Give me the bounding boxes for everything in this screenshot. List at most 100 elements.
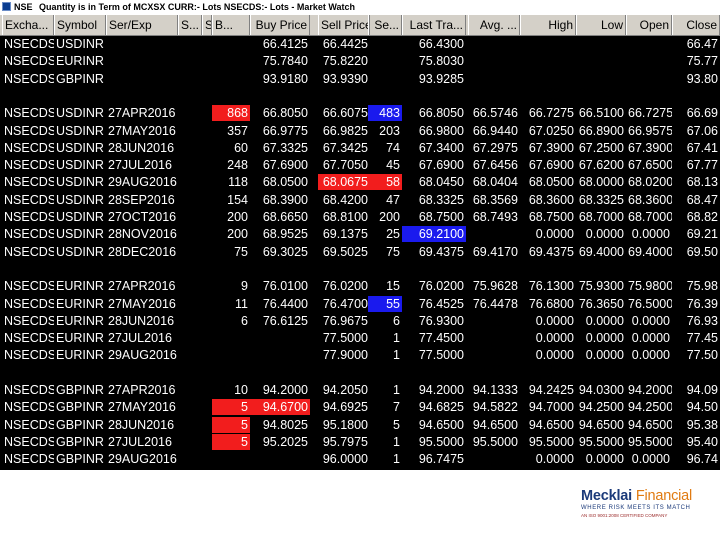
column-header-s2[interactable]: S [202, 15, 212, 35]
column-header-series-expiry[interactable]: Ser/Exp [106, 15, 178, 35]
cell-s2 [202, 140, 212, 156]
cell-avg-price [468, 36, 520, 52]
cell-buy-qty [212, 88, 250, 104]
table-row[interactable]: NSECDS EURINR 27APR2016 9 76.0100 76.0200 15 76… [0, 278, 720, 294]
cell-buy-qty: 11 [235, 296, 248, 311]
column-header-buy-price[interactable]: Buy Price [250, 15, 310, 35]
cell-symbol [54, 88, 106, 104]
table-row[interactable]: NSECDS USDINR 28NOV2016 200 68.9525 69.1375 25… [0, 226, 720, 243]
column-header-close[interactable]: Close [672, 15, 720, 35]
table-row[interactable]: NSECDS GBPINR 93.9180 93.9390 93.9285 93.80 [0, 71, 720, 87]
cell-symbol: EURINR [56, 313, 104, 328]
cell-sell-qty: 5 [393, 417, 400, 432]
cell-last-traded: 77.4500 [418, 331, 464, 346]
cell-series-expiry [106, 53, 178, 69]
column-header-symbol[interactable]: Symbol [54, 15, 106, 35]
cell-close: 75.77 [686, 54, 718, 69]
cell-s2 [202, 382, 212, 398]
table-row[interactable]: NSECDS EURINR 29AUG2016 77.9000 1 77.5000 0.00… [0, 347, 720, 363]
cell-s1 [178, 105, 202, 121]
table-row[interactable]: NSECDS GBPINR 28JUN2016 5 94.8025 95.1800 5 94.… [0, 416, 720, 433]
cell-series-expiry: 29AUG2016 [108, 175, 177, 190]
cell-s2 [202, 226, 212, 242]
cell-series-expiry: 28SEP2016 [108, 192, 175, 207]
table-row[interactable]: NSECDS GBPINR 27JUL2016 5 95.2025 95.7975 1 95.… [0, 433, 720, 450]
cell-exchange: NSECDS [4, 192, 54, 207]
cell-low: 94.0300 [578, 383, 624, 397]
cell-s1 [178, 365, 202, 381]
cell-sell-qty [368, 261, 402, 277]
cell-exchange: NSECDS [4, 244, 54, 259]
table-row[interactable]: NSECDS EURINR 28JUN2016 6 76.6125 76.9675 6 76.… [0, 313, 720, 329]
cell-exchange: NSECDS [4, 296, 54, 311]
table-row[interactable]: NSECDS USDINR 27OCT2016 200 68.6650 68.8100 20… [0, 209, 720, 225]
column-header-row: Excha...SymbolSer/ExpS...SB...Buy Price S… [0, 15, 720, 36]
cell-low: 0.0000 [585, 348, 624, 363]
cell-buy-price: 93.9180 [262, 71, 308, 86]
cell-open: 75.9800 [628, 279, 672, 294]
cell-buy-price: 68.9525 [262, 227, 308, 242]
column-header-low[interactable]: Low [576, 15, 626, 35]
title-bar[interactable]: NSE Quantity is in Term of MCXSX CURR:- … [0, 0, 720, 15]
cell-s1 [178, 36, 202, 52]
cell-close: 68.82 [686, 210, 718, 224]
cell-open: 66.9575 [628, 123, 672, 138]
table-row[interactable]: NSECDS USDINR 29AUG2016 118 68.0500 68.0675 58… [0, 174, 720, 191]
column-header-last-traded[interactable]: Last Tra... [402, 15, 466, 35]
cell-low: 94.6500 [578, 417, 624, 432]
cell-series-expiry: 27APR2016 [108, 383, 176, 397]
cell-buy-price: 76.6125 [262, 313, 308, 328]
column-header-sell-price[interactable]: Sell Price [318, 15, 370, 35]
cell-series-expiry: 28DEC2016 [108, 244, 177, 259]
table-row[interactable]: NSECDS GBPINR 27MAY2016 5 94.6700 94.6925 7 94.… [0, 399, 720, 416]
column-header-s1[interactable]: S... [178, 15, 202, 35]
table-row[interactable]: NSECDS GBPINR 29AUG2016 96.0000 1 96.7475 0.00… [0, 451, 720, 467]
table-row[interactable]: NSECDS USDINR 28JUN2016 60 67.3325 67.3425 74 6… [0, 140, 720, 156]
cell-buy-price: 68.6650 [262, 210, 308, 224]
cell-sell-price: 66.6075 [322, 106, 368, 121]
cell-last-traded: 94.6500 [418, 417, 464, 432]
column-header-buy-qty[interactable]: B... [212, 15, 250, 35]
cell-open: 0.0000 [631, 331, 670, 346]
table-row[interactable]: NSECDS EURINR 75.7840 75.8220 75.8030 75.77 [0, 53, 720, 69]
column-header-sell-qty[interactable]: Se... [368, 15, 402, 35]
cell-close: 68.13 [686, 175, 718, 190]
cell-low: 94.2500 [578, 400, 624, 415]
cell-series-expiry: 28JUN2016 [108, 313, 175, 328]
table-row[interactable]: NSECDS USDINR 27JUL2016 248 67.6900 67.7050 45… [0, 157, 720, 173]
cell-s1 [178, 174, 202, 190]
table-row[interactable]: NSECDS USDINR 27MAY2016 357 66.9775 66.9825 20… [0, 123, 720, 139]
cell-s1 [178, 71, 202, 87]
cell-last-traded [402, 365, 466, 381]
cell-avg-price: 67.6456 [472, 158, 518, 173]
cell-close: 76.93 [686, 313, 718, 328]
cell-symbol: GBPINR [56, 383, 104, 397]
table-row[interactable]: NSECDS USDINR 28SEP2016 154 68.3900 68.4200 47… [0, 192, 720, 208]
cell-high: 94.7000 [528, 400, 574, 415]
column-header-high[interactable]: High [520, 15, 576, 35]
table-row[interactable]: NSECDS USDINR 27APR2016 868 66.8050 66.6075 48… [0, 105, 720, 122]
cell-open: 94.2000 [628, 383, 672, 397]
cell-symbol: GBPINR [56, 452, 104, 467]
separator-row [0, 365, 720, 381]
cell-last-traded: 66.4300 [418, 37, 464, 51]
cell-series-expiry: 27OCT2016 [108, 210, 177, 224]
cell-close [672, 261, 720, 277]
table-row[interactable]: NSECDS GBPINR 27APR2016 10 94.2000 94.2050 1 94… [0, 382, 720, 398]
table-row[interactable]: NSECDS EURINR 27MAY2016 11 76.4400 76.4700 55 7… [0, 295, 720, 312]
cell-series-expiry: 27JUL2016 [108, 434, 172, 449]
table-row[interactable]: NSECDS EURINR 27JUL2016 77.5000 1 77.4500 0.00… [0, 330, 720, 346]
column-header-open[interactable]: Open [626, 15, 672, 35]
cell-high: 69.4375 [528, 244, 574, 259]
cell-symbol: GBPINR [56, 417, 104, 432]
cell-close: 69.50 [686, 244, 718, 259]
cell-buy-price [250, 88, 310, 104]
table-row[interactable]: NSECDS USDINR 28DEC2016 75 69.3025 69.5025 75 6… [0, 244, 720, 260]
table-row[interactable]: NSECDS USDINR 66.4125 66.4425 66.4300 66.47 [0, 36, 720, 52]
cell-close: 67.77 [686, 158, 718, 173]
column-header-exchange[interactable]: Excha... [2, 15, 54, 35]
cell-avg-price [468, 53, 520, 69]
cell-buy-price: 66.8050 [262, 106, 308, 121]
cell-close: 95.40 [686, 434, 718, 449]
column-header-avg-price[interactable]: Avg. ... [468, 15, 520, 35]
